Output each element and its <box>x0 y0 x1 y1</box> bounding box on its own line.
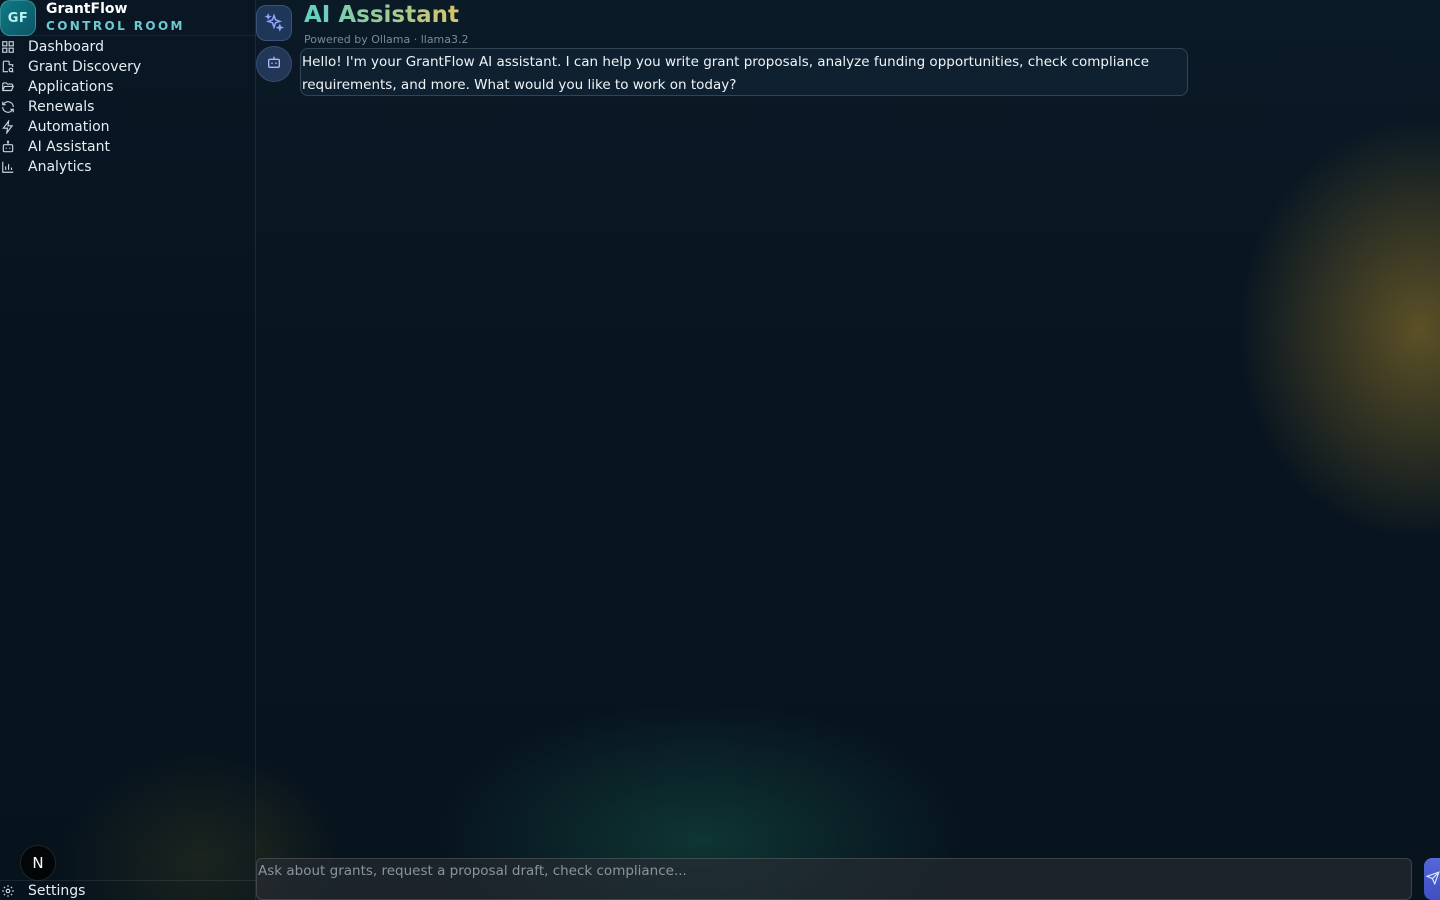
sidebar-item-label: Analytics <box>28 159 92 175</box>
sidebar-item-applications[interactable]: Applications <box>0 77 256 97</box>
sidebar-item-label: Automation <box>28 119 110 135</box>
sidebar-item-dashboard[interactable]: Dashboard <box>0 37 256 57</box>
sidebar-item-label: Dashboard <box>28 39 104 55</box>
brand: GF GrantFlow CONTROL ROOM <box>0 0 256 36</box>
assistant-avatar <box>256 46 292 82</box>
sparkles-icon <box>256 5 292 41</box>
folder-open-icon <box>0 77 28 97</box>
sidebar-item-renewals[interactable]: Renewals <box>0 97 256 117</box>
refresh-icon <box>0 97 28 117</box>
file-search-icon <box>0 57 28 77</box>
gear-icon <box>0 881 28 900</box>
chat-input[interactable] <box>257 860 1411 882</box>
bot-icon <box>266 54 282 74</box>
page-subtitle: Powered by Ollama · llama3.2 <box>304 33 469 46</box>
sidebar-item-label: Renewals <box>28 99 95 115</box>
send-button[interactable] <box>1424 858 1440 900</box>
sidebar-item-analytics[interactable]: Analytics <box>0 157 256 177</box>
sidebar-item-automation[interactable]: Automation <box>0 117 256 137</box>
sidebar-nav: Dashboard Grant Discovery Applications R… <box>0 37 256 177</box>
bar-chart-icon <box>0 157 28 177</box>
chat-composer <box>256 858 1412 900</box>
user-avatar[interactable]: N <box>20 845 56 881</box>
sidebar-item-grant-discovery[interactable]: Grant Discovery <box>0 57 256 77</box>
sidebar-item-label: AI Assistant <box>28 139 110 155</box>
bot-icon <box>0 137 28 157</box>
sidebar-item-label: Applications <box>28 79 114 95</box>
sidebar-item-settings[interactable]: Settings <box>0 880 256 900</box>
sidebar-item-label: Grant Discovery <box>28 59 142 75</box>
send-icon <box>1425 870 1440 889</box>
brand-subtitle: CONTROL ROOM <box>46 19 185 33</box>
grid-icon <box>0 37 28 57</box>
zap-icon <box>0 117 28 137</box>
app-root: GF GrantFlow CONTROL ROOM Dashboard Gran… <box>0 0 1440 900</box>
assistant-message: Hello! I'm your GrantFlow AI assistant. … <box>300 48 1188 96</box>
page-title: AI Assistant <box>304 2 460 28</box>
sidebar: GF GrantFlow CONTROL ROOM Dashboard Gran… <box>0 0 256 900</box>
sidebar-item-ai-assistant[interactable]: AI Assistant <box>0 137 256 157</box>
brand-logo[interactable]: GF <box>0 0 36 36</box>
brand-name: GrantFlow <box>46 1 128 17</box>
sidebar-item-label: Settings <box>28 882 86 899</box>
